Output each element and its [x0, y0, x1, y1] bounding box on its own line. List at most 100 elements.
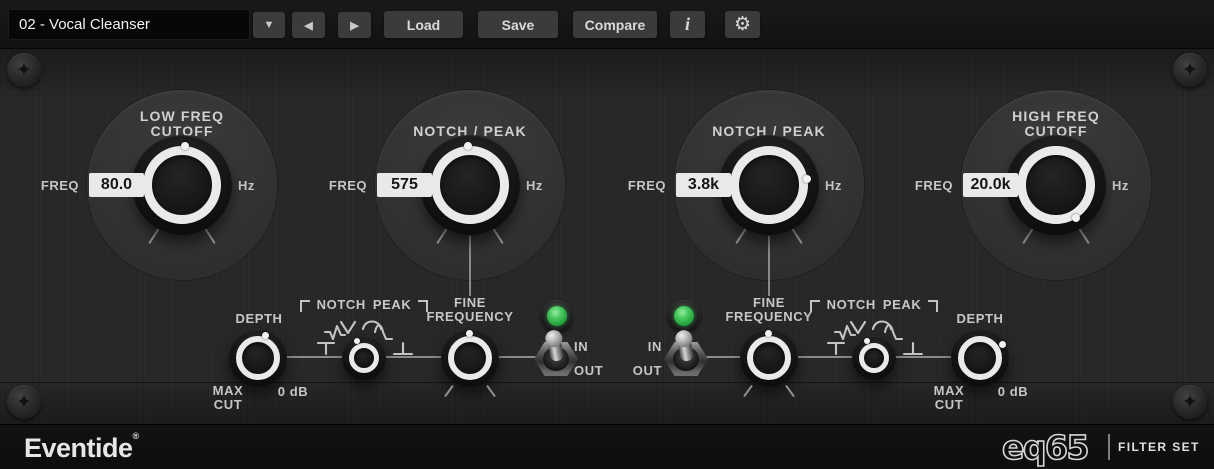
knob-ring — [349, 343, 379, 373]
peak-label: PEAK — [373, 297, 412, 312]
knob-title-line1: LOW FREQ — [140, 109, 224, 124]
low-freq-cutoff-knob[interactable] — [132, 135, 232, 235]
knob-ring — [730, 146, 808, 224]
registered-mark: ® — [133, 431, 139, 441]
shelf-high-icon — [394, 343, 412, 354]
shelf-low-icon — [828, 343, 844, 354]
load-button[interactable]: Load — [384, 11, 463, 38]
compare-button[interactable]: Compare — [573, 11, 657, 38]
info-icon: i — [685, 14, 690, 35]
freq-label: FREQ — [909, 178, 953, 193]
bracket-right-icon — [928, 300, 938, 312]
depth-label: DEPTH — [214, 311, 304, 326]
frequency-label: FREQUENCY — [410, 310, 530, 324]
notch-v-icon — [341, 322, 355, 333]
unit-label: Hz — [526, 178, 570, 193]
prev-preset-button[interactable]: ◀ — [292, 12, 325, 38]
shelf-high-icon — [904, 343, 922, 354]
knob-indicator-dot — [765, 330, 772, 337]
product-subtitle: FILTER SET — [1118, 440, 1200, 454]
right-notch-peak-selector-knob[interactable] — [852, 336, 896, 380]
freq-label: FREQ — [323, 178, 367, 193]
high-freq-value[interactable]: 20.0k — [963, 173, 1018, 197]
knob-title: LOW FREQ CUTOFF — [87, 105, 277, 139]
knob-indicator-dot — [181, 142, 189, 150]
left-in-out-toggle[interactable] — [533, 333, 579, 379]
plugin-window: 02 - Vocal Cleanser ▼ ◀ ▶ Load Save Comp… — [0, 0, 1214, 469]
arrow-left-icon: ◀ — [304, 19, 312, 32]
knob-indicator-dot — [464, 142, 472, 150]
brand-logo: Eventide® — [24, 431, 139, 464]
peak-wave-icon — [885, 325, 902, 339]
knob-title: NOTCH / PEAK — [375, 105, 565, 139]
freq-label: FREQ — [35, 178, 79, 193]
save-button[interactable]: Save — [478, 11, 558, 38]
notch-label: NOTCH — [827, 297, 876, 312]
screw-top-right: ✦ — [1173, 53, 1207, 87]
knob-indicator-dot — [803, 175, 811, 183]
max-cut-label: MAX CUT — [205, 384, 251, 411]
knob-ring — [431, 146, 509, 224]
brand-name: Eventide — [24, 433, 133, 463]
preset-name-field[interactable]: 02 - Vocal Cleanser — [8, 9, 250, 40]
gear-icon: ⚙ — [734, 15, 751, 34]
freq-label: FREQ — [622, 178, 666, 193]
max-label: MAX — [205, 384, 251, 398]
depth-label: DEPTH — [935, 311, 1025, 326]
right-in-out-toggle[interactable] — [663, 333, 709, 379]
eq65-logo: eq65 — [1000, 428, 1110, 468]
peak-wave-icon — [375, 325, 392, 339]
chevron-down-icon: ▼ — [264, 19, 275, 31]
in-label: IN — [574, 339, 604, 354]
knob-indicator-dot — [864, 338, 870, 344]
footer-bar: Eventide® eq65 FILTER SET — [0, 424, 1214, 469]
left-depth-knob[interactable] — [229, 329, 287, 387]
toolbar: 02 - Vocal Cleanser ▼ ◀ ▶ Load Save Comp… — [0, 0, 1214, 49]
notch-v-icon — [851, 322, 865, 333]
footer-divider — [1108, 434, 1110, 460]
notch-peak-2-value[interactable]: 3.8k — [676, 173, 731, 197]
right-status-led — [668, 300, 700, 332]
knob-ring — [958, 336, 1002, 380]
info-button[interactable]: i — [670, 11, 705, 38]
screw-bottom-right: ✦ — [1173, 385, 1207, 419]
notch-peak-1-value[interactable]: 575 — [377, 173, 432, 197]
right-depth-knob[interactable] — [951, 329, 1009, 387]
unit-label: Hz — [1112, 178, 1156, 193]
notch-peak-1-knob[interactable] — [420, 135, 520, 235]
out-label: OUT — [622, 363, 662, 378]
left-status-led — [541, 300, 573, 332]
cut-label: CUT — [205, 398, 251, 412]
knob-ring — [859, 343, 889, 373]
screw-bottom-left: ✦ — [7, 385, 41, 419]
high-freq-cutoff-knob[interactable] — [1006, 135, 1106, 235]
in-label: IN — [630, 339, 662, 354]
unit-label: Hz — [238, 178, 282, 193]
knob-indicator-dot — [466, 330, 473, 337]
notch-peak-2-knob[interactable] — [719, 135, 819, 235]
cut-label: CUT — [926, 398, 972, 412]
knob-title-line1: HIGH FREQ — [1012, 109, 1100, 124]
knob-indicator-dot — [999, 341, 1006, 348]
knob-ring — [143, 146, 221, 224]
preset-dropdown-button[interactable]: ▼ — [253, 12, 285, 38]
shelf-low-icon — [318, 343, 334, 354]
settings-button[interactable]: ⚙ — [725, 11, 760, 38]
arrow-right-icon: ▶ — [350, 19, 358, 32]
notch-wave-icon — [835, 326, 855, 339]
max-cut-label: MAX CUT — [926, 384, 972, 411]
knob-title: HIGH FREQ CUTOFF — [961, 105, 1151, 139]
knob-connector-line — [768, 236, 770, 296]
knob-indicator-dot — [354, 338, 360, 344]
knob-ring — [236, 336, 280, 380]
right-fine-frequency-knob[interactable] — [740, 329, 798, 387]
low-freq-value[interactable]: 80.0 — [89, 173, 144, 197]
knob-indicator-dot — [1072, 214, 1080, 222]
left-fine-frequency-knob[interactable] — [441, 329, 499, 387]
notch-label: NOTCH — [317, 297, 366, 312]
peak-label: PEAK — [883, 297, 922, 312]
out-label: OUT — [574, 363, 614, 378]
next-preset-button[interactable]: ▶ — [338, 12, 371, 38]
knob-connector-line — [469, 236, 471, 296]
left-notch-peak-selector-knob[interactable] — [342, 336, 386, 380]
